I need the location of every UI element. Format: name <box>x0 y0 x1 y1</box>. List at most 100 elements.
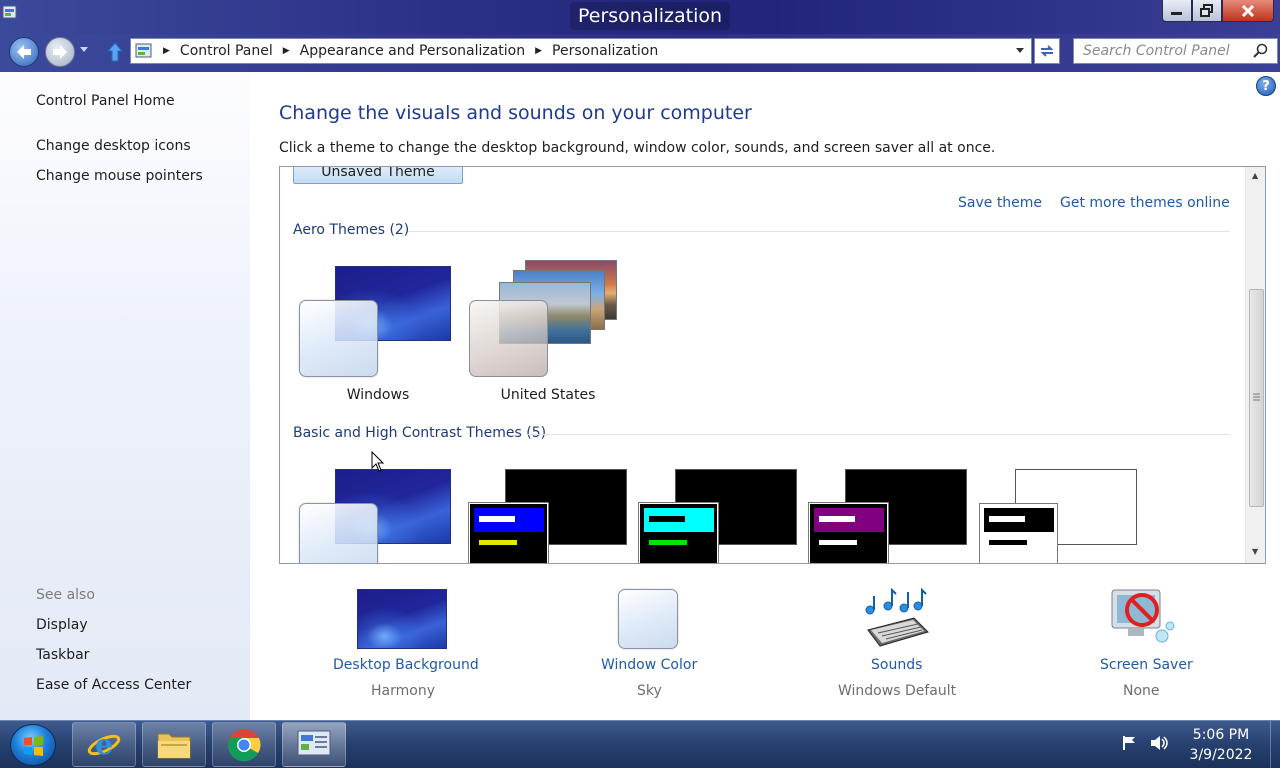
internet-explorer-icon: e <box>87 728 121 761</box>
main-content: ? Change the visuals and sounds on your … <box>250 72 1280 720</box>
sounds-link[interactable]: Sounds <box>871 657 922 673</box>
search-icon[interactable] <box>1253 43 1269 59</box>
taskbar-internet-explorer[interactable]: e <box>72 722 136 767</box>
breadcrumb-arrow-icon[interactable]: ▶ <box>283 46 290 56</box>
text-swatch <box>989 540 1027 545</box>
control-panel-icon[interactable] <box>2 4 18 22</box>
theme-high-contrast-1[interactable] <box>468 463 629 563</box>
theme-list[interactable]: Unsaved Theme Save theme Get more themes… <box>279 166 1266 564</box>
volume-icon[interactable] <box>1149 735 1169 751</box>
start-button[interactable] <box>10 724 56 766</box>
title-text-swatch <box>819 516 855 522</box>
text-swatch <box>479 540 517 545</box>
taskbar: e 5:06 PM 3/9/2022 <box>0 720 1280 768</box>
text-swatch <box>819 540 857 545</box>
screen-saver-icon <box>1111 589 1175 643</box>
grip-icon <box>1253 393 1260 401</box>
scroll-up-icon[interactable]: ▲ <box>1252 171 1258 180</box>
text-swatch <box>649 540 687 545</box>
taskbar-control-panel[interactable] <box>282 722 346 767</box>
breadcrumb-personalization[interactable]: Personalization <box>552 43 658 59</box>
basic-themes-heading: Basic and High Contrast Themes (5) <box>293 425 547 441</box>
desktop-background-link[interactable]: Desktop Background <box>333 657 479 673</box>
window-color-link[interactable]: Window Color <box>601 657 697 673</box>
window-color-swatch <box>469 300 548 377</box>
restore-button[interactable] <box>1192 0 1222 22</box>
theme-name-united-states[interactable]: United States <box>468 387 628 403</box>
breadcrumb-arrow-icon[interactable]: ▶ <box>163 46 170 56</box>
sounds-icon <box>865 587 929 647</box>
title-text-swatch <box>649 516 685 522</box>
group-divider <box>528 434 1230 435</box>
sounds-button[interactable] <box>858 586 932 650</box>
theme-list-scrollbar[interactable]: ▲ ▼ <box>1245 167 1265 563</box>
taskbar-file-explorer[interactable] <box>142 722 206 767</box>
sidebar-link-taskbar[interactable]: Taskbar <box>36 647 89 663</box>
window-title: Personalization <box>570 2 731 30</box>
close-button[interactable] <box>1222 0 1274 22</box>
unsaved-theme-item[interactable]: Unsaved Theme <box>293 167 463 184</box>
mouse-cursor-icon <box>371 451 385 472</box>
refresh-icon <box>1040 45 1054 57</box>
see-also-heading: See also <box>36 587 95 603</box>
screen-saver-link[interactable]: Screen Saver <box>1100 657 1193 673</box>
action-center-flag-icon[interactable] <box>1121 735 1137 751</box>
scrollbar-thumb[interactable] <box>1249 289 1264 507</box>
theme-windows[interactable] <box>299 257 459 397</box>
breadcrumb-control-panel[interactable]: Control Panel <box>180 43 273 59</box>
forward-button[interactable] <box>45 37 75 67</box>
window-color-swatch <box>299 300 378 377</box>
window-color-value: Sky <box>637 683 662 699</box>
theme-high-contrast-2[interactable] <box>638 463 799 563</box>
refresh-button[interactable] <box>1034 38 1060 64</box>
scroll-down-icon[interactable]: ▼ <box>1252 547 1258 556</box>
sidebar-link-display[interactable]: Display <box>36 617 88 633</box>
title-text-swatch <box>479 516 515 522</box>
up-button[interactable] <box>104 40 126 64</box>
theme-high-contrast-white[interactable] <box>979 463 1139 563</box>
breadcrumb-appearance[interactable]: Appearance and Personalization <box>300 43 525 59</box>
sidebar-link-change-mouse-pointers[interactable]: Change mouse pointers <box>36 168 203 184</box>
search-input[interactable]: Search Control Panel <box>1073 38 1278 64</box>
theme-windows-basic[interactable] <box>299 463 459 563</box>
breadcrumb-arrow-icon[interactable]: ▶ <box>535 46 542 56</box>
clock-time: 5:06 PM <box>1192 727 1250 743</box>
sidebar-link-ease-of-access[interactable]: Ease of Access Center <box>36 677 191 693</box>
sounds-value: Windows Default <box>838 683 957 699</box>
help-icon[interactable]: ? <box>1256 76 1276 96</box>
window-preview-thumbnail <box>979 503 1058 563</box>
title-text-swatch <box>989 516 1025 522</box>
clock-date: 3/9/2022 <box>1189 747 1253 763</box>
sidebar-link-control-panel-home[interactable]: Control Panel Home <box>36 93 175 109</box>
group-divider <box>408 231 1230 232</box>
window-controls <box>1162 0 1274 24</box>
up-arrow-icon <box>107 42 123 62</box>
theme-name-windows[interactable]: Windows <box>298 387 458 403</box>
window-preview-thumbnail <box>468 502 549 563</box>
control-panel-icon <box>135 43 152 58</box>
minimize-icon <box>1171 11 1182 15</box>
desktop-background-button[interactable] <box>357 589 447 649</box>
window-color-button[interactable] <box>618 589 678 649</box>
page-title: Change the visuals and sounds on your co… <box>279 102 752 124</box>
back-arrow-icon <box>17 45 31 59</box>
taskbar-chrome[interactable] <box>212 722 276 767</box>
window-color-swatch <box>299 503 378 563</box>
close-icon <box>1241 4 1255 17</box>
screen-saver-button[interactable] <box>1106 586 1178 650</box>
system-clock[interactable]: 5:06 PM 3/9/2022 <box>1180 725 1262 765</box>
folder-icon <box>157 733 191 758</box>
show-desktop-button[interactable] <box>1270 721 1280 768</box>
sidebar-link-change-desktop-icons[interactable]: Change desktop icons <box>36 138 191 154</box>
minimize-button[interactable] <box>1162 0 1192 22</box>
aero-themes-heading: Aero Themes (2) <box>293 222 410 238</box>
theme-high-contrast-black[interactable] <box>808 463 969 563</box>
address-dropdown-icon[interactable] <box>1015 47 1025 54</box>
theme-united-states[interactable] <box>469 257 629 397</box>
save-theme-link[interactable]: Save theme <box>958 195 1042 211</box>
get-more-themes-link[interactable]: Get more themes online <box>1060 195 1230 211</box>
back-button[interactable] <box>9 37 39 67</box>
address-bar[interactable]: ▶ Control Panel ▶ Appearance and Persona… <box>130 38 1032 64</box>
recent-pages-dropdown-icon[interactable] <box>79 46 89 54</box>
windows-logo-icon <box>24 736 43 756</box>
